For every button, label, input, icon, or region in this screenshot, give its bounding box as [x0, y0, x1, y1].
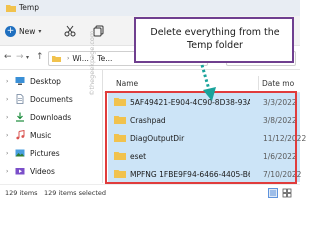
column-divider[interactable]	[258, 76, 259, 90]
sidebar-item-label: Desktop	[30, 76, 61, 86]
folder-icon	[52, 56, 61, 62]
tiles-view-icon[interactable]	[282, 188, 292, 198]
title-bar: Temp	[0, 0, 300, 16]
chevron-down-icon: ▾	[38, 27, 42, 35]
documents-icon	[16, 94, 24, 104]
folder-icon	[6, 5, 16, 12]
sidebar-item-label: Documents	[30, 94, 73, 104]
pictures-icon	[15, 149, 25, 157]
window-title: Temp	[19, 3, 39, 12]
status-bar: 129 items 129 items selected	[0, 184, 300, 200]
breadcrumb-segment[interactable]: Te...	[97, 54, 112, 63]
sidebar-item-pictures[interactable]: › Pictures	[6, 147, 60, 159]
chevron-right-icon[interactable]: ›	[6, 168, 15, 175]
sidebar-item-documents[interactable]: › Documents	[6, 93, 73, 105]
column-header-date[interactable]: Date mo	[262, 79, 294, 88]
new-button-label: New	[19, 26, 36, 36]
downloads-icon	[16, 112, 24, 122]
plus-icon: +	[5, 25, 16, 37]
navigation-pane: › Desktop › Documents › Downloads › Musi…	[0, 71, 100, 183]
watermark: ©thegeekpage.com	[88, 30, 96, 96]
music-icon	[16, 130, 25, 140]
chevron-right-icon[interactable]: ›	[6, 78, 15, 85]
videos-icon	[15, 168, 25, 175]
recent-locations-icon[interactable]: ▾	[26, 54, 29, 61]
forward-arrow-icon[interactable]: →	[16, 52, 24, 62]
sidebar-item-label: Downloads	[30, 112, 72, 122]
back-arrow-icon[interactable]: ←	[4, 52, 12, 62]
sidebar-item-label: Music	[30, 130, 52, 140]
pane-divider[interactable]	[102, 70, 103, 183]
chevron-right-icon[interactable]: ›	[6, 114, 15, 121]
dotted-arrow-icon	[200, 64, 216, 101]
callout-box: Delete everything from the Temp folder	[134, 17, 294, 63]
chevron-right-icon[interactable]: ›	[6, 132, 15, 139]
chevron-right-icon[interactable]: ›	[6, 150, 15, 157]
column-header-name[interactable]: Name	[116, 79, 138, 88]
selection-count: 129 items selected	[44, 189, 107, 197]
sidebar-item-label: Pictures	[30, 148, 60, 158]
item-count: 129 items	[5, 189, 38, 197]
desktop-icon	[15, 77, 25, 85]
sidebar-item-label: Videos	[30, 166, 55, 176]
sidebar-item-desktop[interactable]: › Desktop	[6, 75, 61, 87]
up-arrow-icon[interactable]: ↑	[36, 52, 44, 62]
new-button[interactable]: + New ▾	[5, 25, 41, 37]
breadcrumb-separator-icon: ›	[67, 55, 70, 62]
sidebar-item-downloads[interactable]: › Downloads	[6, 111, 71, 123]
chevron-right-icon[interactable]: ›	[6, 96, 15, 103]
callout-text: Delete everything from the Temp folder	[150, 27, 280, 51]
sidebar-item-music[interactable]: › Music	[6, 129, 51, 141]
breadcrumb-segment[interactable]: Wi...	[72, 54, 89, 63]
sidebar-item-videos[interactable]: › Videos	[6, 165, 55, 177]
cut-icon[interactable]	[64, 25, 76, 37]
details-view-icon[interactable]	[268, 188, 278, 198]
